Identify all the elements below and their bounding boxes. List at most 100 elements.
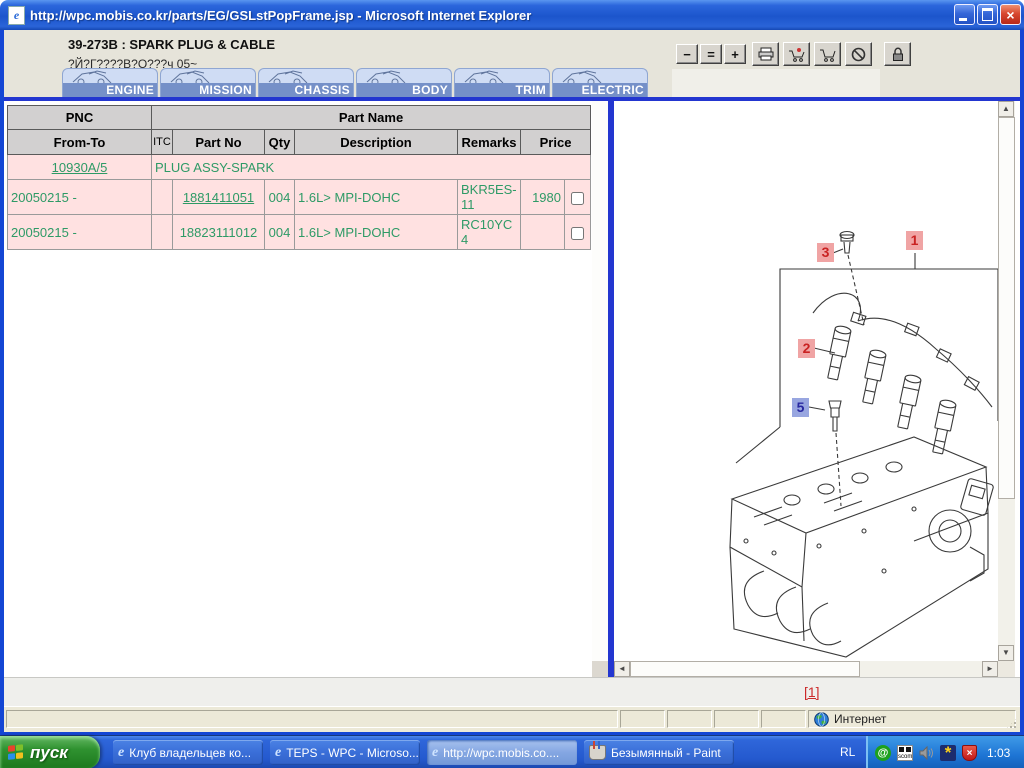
tab-chassis-label: CHASSIS: [259, 83, 353, 97]
paint-icon: [589, 745, 606, 760]
print-button[interactable]: [752, 42, 779, 66]
diagram-label-2[interactable]: 2: [798, 339, 815, 358]
volume-tray-icon[interactable]: [919, 746, 934, 760]
status-message-pane: [6, 710, 618, 728]
scom-tray-icon[interactable]: scom: [897, 745, 913, 761]
tab-chassis[interactable]: CHASSIS: [258, 68, 354, 97]
part-section-title: 39-273B : SPARK PLUG & CABLE: [68, 37, 275, 52]
tab-electric-label: ELECTRIC: [553, 83, 647, 97]
col-header-part-no: Part No: [173, 130, 265, 155]
horizontal-scrollbar[interactable]: ◄ ►: [614, 661, 998, 677]
pnc-link[interactable]: 10930A/5: [52, 160, 108, 175]
tab-engine[interactable]: ENGINE: [62, 68, 158, 97]
tab-trim-label: TRIM: [455, 83, 549, 97]
table-row: 20050215 - 18823111012 004 1.6L> MPI-DOH…: [8, 215, 591, 250]
cancel-button[interactable]: [845, 42, 872, 66]
zoom-fit-button[interactable]: =: [700, 44, 722, 64]
cell-remarks: BKR5ES-11: [458, 180, 521, 215]
scroll-up-button[interactable]: ▲: [998, 101, 1014, 117]
ie-icon: e: [432, 745, 438, 761]
cell-description: 1.6L> MPI-DOHC: [295, 215, 458, 250]
cart-button[interactable]: [814, 42, 841, 66]
cart-add-button[interactable]: [783, 42, 810, 66]
scroll-right-button[interactable]: ►: [982, 661, 998, 677]
diagram-label-1[interactable]: 1: [906, 231, 923, 250]
part-no-link[interactable]: 1881411051: [183, 190, 254, 205]
taskbar-button-label: TEPS - WPC - Microso...: [286, 746, 419, 760]
col-header-itc: ITC: [152, 130, 173, 155]
group-row: 10930A/5 PLUG ASSY-SPARK: [8, 155, 591, 180]
zoom-out-button[interactable]: −: [676, 44, 698, 64]
lock-button[interactable]: [884, 42, 911, 66]
scom-label: scom: [898, 754, 912, 760]
vertical-scroll-thumb[interactable]: [998, 117, 1015, 499]
start-button[interactable]: пуск: [0, 736, 100, 768]
scroll-left-button[interactable]: ◄: [614, 661, 630, 677]
page-1-link[interactable]: [1]: [804, 684, 820, 700]
messenger-tray-icon[interactable]: @: [875, 745, 891, 761]
tab-electric[interactable]: ELECTRIC: [552, 68, 648, 97]
ie-document-icon: e: [8, 6, 25, 25]
toolbar-panel: [672, 69, 880, 97]
security-zone-pane: Интернет: [808, 710, 1016, 728]
status-pane: [667, 710, 712, 728]
cell-from-to: 20050215 -: [8, 180, 152, 215]
taskbar-button-forum[interactable]: e Клуб владельцев ко...: [113, 740, 263, 765]
vertical-scrollbar[interactable]: ▲ ▼: [998, 101, 1015, 661]
taskbar: пуск e Клуб владельцев ко... e TEPS - WP…: [0, 735, 1024, 768]
minimize-button[interactable]: [954, 4, 975, 25]
diagram-label-3[interactable]: 3: [817, 243, 834, 262]
taskbar-button-label: Безымянный - Paint: [611, 746, 721, 760]
cell-price: [521, 215, 565, 250]
maximize-button[interactable]: [977, 4, 998, 25]
col-header-qty: Qty: [265, 130, 295, 155]
start-label: пуск: [30, 743, 68, 763]
icq-tray-icon[interactable]: *: [940, 745, 956, 761]
status-pane: [714, 710, 759, 728]
zoom-in-button[interactable]: +: [724, 44, 746, 64]
category-tabs: ENGINE MISSION CHASSIS BODY TRIM ELECTRI…: [62, 68, 648, 97]
tab-engine-label: ENGINE: [63, 83, 157, 97]
cell-itc: [152, 180, 173, 215]
printer-icon: [758, 47, 774, 61]
language-indicator[interactable]: RL: [840, 745, 855, 759]
lock-icon: [891, 47, 905, 62]
no-entry-icon: [851, 47, 866, 62]
taskbar-button-wpc-active[interactable]: e http://wpc.mobis.co....: [427, 740, 577, 765]
scrollbar-corner: [592, 661, 608, 677]
windows-logo-icon: [8, 744, 24, 761]
tab-body-label: BODY: [357, 83, 451, 97]
tab-body[interactable]: BODY: [356, 68, 452, 97]
tab-trim[interactable]: TRIM: [454, 68, 550, 97]
tab-mission[interactable]: MISSION: [160, 68, 256, 97]
status-pane: [761, 710, 806, 728]
minimize-icon: [959, 18, 967, 21]
ie-icon: e: [118, 745, 124, 761]
row-checkbox[interactable]: [571, 227, 584, 240]
taskbar-button-teps[interactable]: e TEPS - WPC - Microso...: [270, 740, 420, 765]
row-checkbox[interactable]: [571, 192, 584, 205]
pagination-bar: [1]: [4, 677, 1020, 707]
status-pane: [620, 710, 665, 728]
horizontal-scroll-thumb[interactable]: [630, 661, 860, 677]
col-header-remarks: Remarks: [458, 130, 521, 155]
taskbar-button-paint[interactable]: Безымянный - Paint: [584, 740, 734, 765]
maximize-icon: [982, 8, 993, 21]
close-button[interactable]: ×: [1000, 4, 1021, 25]
window-title: http://wpc.mobis.co.kr/parts/EG/GSLstPop…: [30, 8, 531, 23]
taskbar-clock[interactable]: 1:03: [987, 746, 1010, 760]
diagram-label-5[interactable]: 5: [792, 398, 809, 417]
system-tray: @ scom * × 1:03: [866, 736, 1024, 768]
taskbar-button-label: http://wpc.mobis.co....: [443, 746, 559, 760]
scroll-down-button[interactable]: ▼: [998, 645, 1014, 661]
col-header-part-name: Part Name: [152, 106, 591, 130]
zone-label: Интернет: [834, 712, 886, 726]
parts-table: PNC Part Name From-To ITC Part No Qty De…: [7, 105, 591, 250]
cell-description: 1.6L> MPI-DOHC: [295, 180, 458, 215]
group-part-name: PLUG ASSY-SPARK: [152, 155, 591, 180]
spark-plug-diagram: [614, 101, 998, 661]
col-header-price: Price: [521, 130, 591, 155]
security-alert-tray-icon[interactable]: ×: [962, 745, 977, 761]
window-border-right: [1020, 30, 1024, 735]
status-bar: Интернет: [4, 706, 1020, 732]
